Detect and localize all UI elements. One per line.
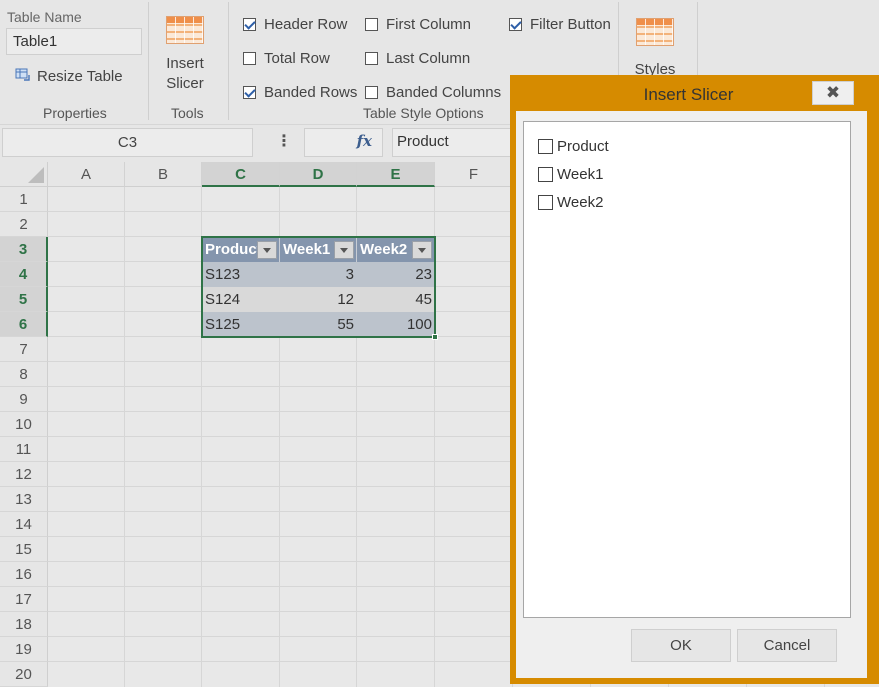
table-name-input[interactable]: Table1 — [6, 28, 142, 55]
column-header-b[interactable]: B — [125, 162, 202, 187]
header-row-check-icon — [243, 18, 256, 31]
checkbox-icon[interactable] — [538, 139, 553, 154]
properties-group-label: Properties — [43, 105, 107, 121]
row-header-4[interactable]: 4 — [0, 262, 48, 287]
name-box[interactable]: C3 — [2, 128, 253, 157]
filter-dropdown-icon[interactable] — [412, 241, 432, 259]
row-header-20[interactable]: 20 — [0, 662, 48, 687]
slicer-option-week1[interactable]: Week1 — [538, 166, 603, 183]
first-column-label: First Column — [386, 16, 472, 33]
table-cell[interactable]: 100 — [357, 312, 435, 337]
cancel-button[interactable]: Cancel — [737, 629, 837, 662]
table-cell[interactable]: 12 — [280, 287, 357, 312]
fx-icon: fx — [356, 132, 372, 150]
filter-dropdown-icon[interactable] — [257, 241, 277, 259]
insert-slicer-label-line1: Insert — [166, 55, 204, 72]
checkbox-icon[interactable] — [538, 195, 553, 210]
table-cell[interactable]: S123 — [202, 262, 280, 287]
first-column-check-icon — [365, 18, 378, 31]
banded-columns-label: Banded Columns — [386, 84, 502, 101]
table-resize-handle[interactable] — [432, 334, 438, 340]
insert-function-button[interactable]: fx — [304, 128, 383, 157]
slicer-option-label: Week1 — [557, 166, 604, 183]
close-icon[interactable]: ✖ — [812, 81, 854, 105]
ok-button[interactable]: OK — [631, 629, 731, 662]
row-header-3[interactable]: 3 — [0, 237, 48, 262]
row-header-19[interactable]: 19 — [0, 637, 48, 662]
resize-table-label: Resize Table — [37, 67, 123, 85]
table-cell[interactable]: 55 — [280, 312, 357, 337]
table-cell[interactable]: S124 — [202, 287, 280, 312]
first-column-checkbox[interactable]: First Column — [365, 16, 471, 33]
row-header-2[interactable]: 2 — [0, 212, 48, 237]
resize-table-icon — [13, 65, 31, 87]
column-header-e[interactable]: E — [357, 162, 435, 187]
insert-slicer-dialog: Insert Slicer ✖ Product Week1 Week2 OK C… — [510, 75, 879, 684]
table-name-label: Table Name — [7, 9, 82, 25]
banded-columns-check-icon — [365, 86, 378, 99]
column-header-f[interactable]: F — [435, 162, 513, 187]
table-cell[interactable]: S125 — [202, 312, 280, 337]
checkbox-icon[interactable] — [538, 167, 553, 182]
row-header-6[interactable]: 6 — [0, 312, 48, 337]
filter-button-check-icon — [509, 18, 522, 31]
table-cell[interactable]: 23 — [357, 262, 435, 287]
slicer-option-label: Week2 — [557, 194, 604, 211]
banded-columns-checkbox[interactable]: Banded Columns — [365, 84, 501, 101]
filter-dropdown-icon[interactable] — [334, 241, 354, 259]
row-header-11[interactable]: 11 — [0, 437, 48, 462]
header-row-label: Header Row — [264, 16, 348, 33]
row-header-13[interactable]: 13 — [0, 487, 48, 512]
select-all-corner[interactable] — [0, 162, 48, 187]
total-row-check-icon — [243, 52, 256, 65]
resize-table-button[interactable]: Resize Table — [13, 65, 123, 87]
column-header-c[interactable]: C — [202, 162, 280, 187]
column-header-a[interactable]: A — [48, 162, 125, 187]
more-options-icon[interactable]: ⋮ — [276, 131, 292, 153]
column-header-d[interactable]: D — [280, 162, 357, 187]
dialog-body: Product Week1 Week2 OK Cancel — [516, 111, 867, 678]
row-header-14[interactable]: 14 — [0, 512, 48, 537]
row-header-18[interactable]: 18 — [0, 612, 48, 637]
banded-rows-label: Banded Rows — [264, 84, 358, 101]
tools-group-label: Tools — [171, 105, 204, 121]
row-header-9[interactable]: 9 — [0, 387, 48, 412]
slicer-option-label: Product — [557, 138, 609, 155]
row-header-17[interactable]: 17 — [0, 587, 48, 612]
slicer-field-list: Product Week1 Week2 — [523, 121, 851, 618]
last-column-check-icon — [365, 52, 378, 65]
last-column-checkbox[interactable]: Last Column — [365, 50, 470, 67]
slicer-option-week2[interactable]: Week2 — [538, 194, 603, 211]
banded-rows-checkbox[interactable]: Banded Rows — [243, 84, 357, 101]
row-header-5[interactable]: 5 — [0, 287, 48, 312]
slicer-option-product[interactable]: Product — [538, 138, 609, 155]
last-column-label: Last Column — [386, 50, 471, 67]
row-header-8[interactable]: 8 — [0, 362, 48, 387]
table-cell[interactable]: 45 — [357, 287, 435, 312]
row-header-12[interactable]: 12 — [0, 462, 48, 487]
table-cell[interactable]: 3 — [280, 262, 357, 287]
styles-gallery-icon — [636, 18, 674, 46]
table-style-icon — [166, 16, 204, 44]
total-row-checkbox[interactable]: Total Row — [243, 50, 330, 67]
filter-button-checkbox[interactable]: Filter Button — [509, 16, 611, 33]
table-style-options-group-label: Table Style Options — [363, 105, 484, 121]
row-header-15[interactable]: 15 — [0, 537, 48, 562]
insert-slicer-label-line2: Slicer — [166, 75, 204, 92]
total-row-label: Total Row — [264, 50, 330, 67]
row-header-16[interactable]: 16 — [0, 562, 48, 587]
banded-rows-check-icon — [243, 86, 256, 99]
filter-button-label: Filter Button — [530, 16, 611, 33]
header-row-checkbox[interactable]: Header Row — [243, 16, 347, 33]
insert-slicer-button[interactable]: Insert Slicer — [160, 16, 210, 94]
styles-button[interactable]: Styles — [630, 18, 680, 80]
row-header-1[interactable]: 1 — [0, 187, 48, 212]
row-header-10[interactable]: 10 — [0, 412, 48, 437]
row-header-7[interactable]: 7 — [0, 337, 48, 362]
